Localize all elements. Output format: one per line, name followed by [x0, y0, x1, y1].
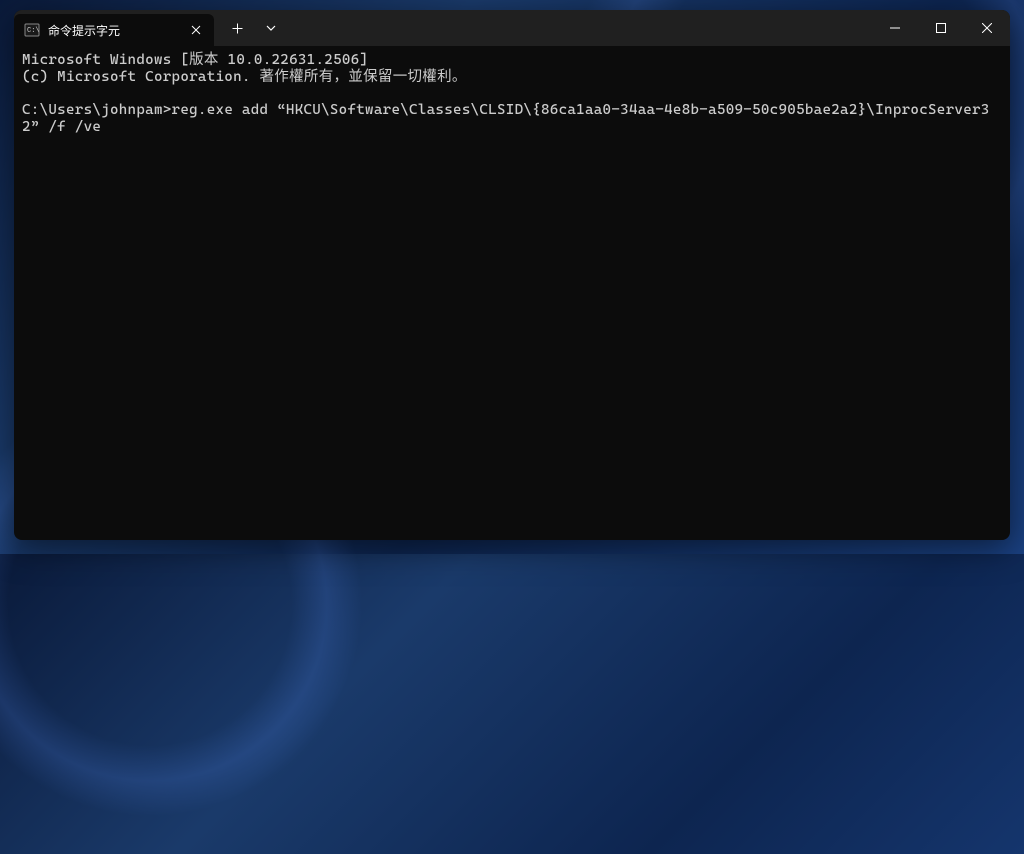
- terminal-content[interactable]: Microsoft Windows [版本 10.0.22631.2506](c…: [14, 46, 1010, 540]
- titlebar-drag-area[interactable]: [294, 10, 872, 46]
- tab-cmd[interactable]: C:\ 命令提示字元: [14, 14, 214, 46]
- tab-close-button[interactable]: [188, 22, 204, 38]
- blank-line: [22, 85, 1002, 102]
- titlebar: C:\ 命令提示字元: [14, 10, 1010, 46]
- minimize-button[interactable]: [872, 10, 918, 46]
- tab-controls: [214, 10, 294, 46]
- close-button[interactable]: [964, 10, 1010, 46]
- command-line: C:\Users\johnpam>reg.exe add “HKCU\Softw…: [22, 102, 1002, 135]
- output-line: (c) Microsoft Corporation. 著作權所有，並保留一切權利…: [22, 69, 1002, 86]
- tab-title: 命令提示字元: [48, 22, 188, 39]
- svg-text:C:\: C:\: [27, 27, 40, 35]
- new-tab-button[interactable]: [222, 13, 252, 43]
- prompt: C:\Users\johnpam>: [22, 102, 172, 118]
- maximize-button[interactable]: [918, 10, 964, 46]
- window-controls: [872, 10, 1010, 46]
- cmd-icon: C:\: [24, 22, 40, 38]
- terminal-window: C:\ 命令提示字元: [14, 10, 1010, 540]
- output-line: Microsoft Windows [版本 10.0.22631.2506]: [22, 52, 1002, 69]
- tab-dropdown-button[interactable]: [256, 13, 286, 43]
